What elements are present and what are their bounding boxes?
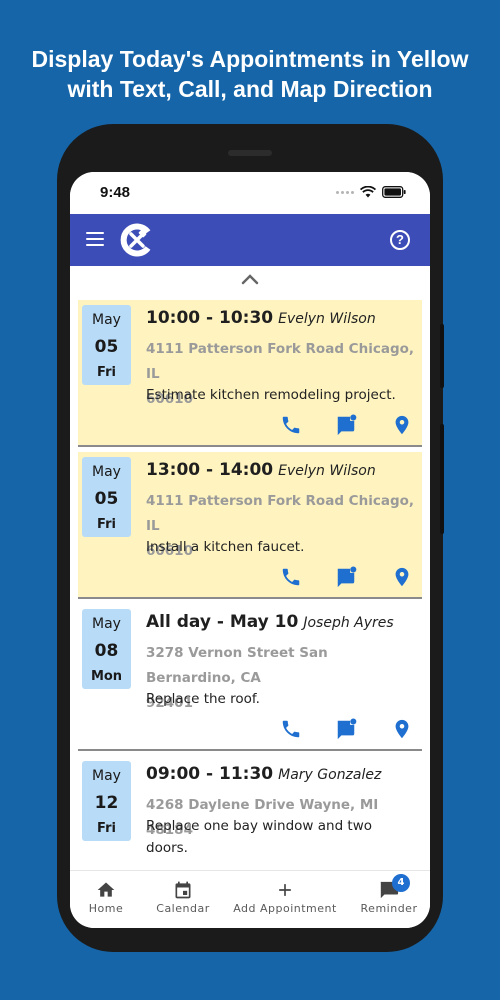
description-line: Replace one bay window and two	[146, 818, 373, 834]
nav-reminder[interactable]: 4 Reminder	[358, 871, 420, 928]
signal-dots-icon	[336, 190, 354, 194]
appointment-description: Replace the roof.	[146, 691, 260, 707]
status-time: 9:48	[100, 184, 131, 201]
date-weekday: Fri	[97, 365, 116, 380]
nav-add-appointment[interactable]: Add Appointment	[230, 871, 340, 928]
appointment-description: Install a kitchen faucet.	[146, 539, 305, 555]
battery-icon	[382, 186, 406, 198]
calendar-icon	[175, 881, 191, 899]
client-name: Evelyn Wilson	[278, 311, 376, 327]
date-box: May 08 Mon	[82, 609, 131, 689]
appointment-title: 09:00 - 11:30 Mary Gonzalez	[146, 764, 418, 784]
reminder-badge: 4	[392, 874, 410, 892]
phone-side-button	[440, 424, 444, 534]
appointment-title: 10:00 - 10:30 Evelyn Wilson	[146, 308, 418, 328]
appointment-time: 09:00 - 11:30	[146, 764, 274, 784]
help-icon[interactable]: ?	[390, 230, 410, 250]
appointment-title: 13:00 - 14:00 Evelyn Wilson	[146, 460, 418, 480]
status-bar: 9:48	[70, 172, 430, 214]
appointment-title: All day - May 10 Joseph Ayres	[146, 612, 418, 632]
message-icon[interactable]	[335, 566, 357, 588]
date-box: May 05 Fri	[82, 305, 131, 385]
date-month: May	[92, 312, 121, 328]
bottom-navigation: Home Calendar Add Appointment 4 Reminder	[70, 870, 430, 928]
chevron-up-icon[interactable]	[240, 272, 260, 286]
date-day: 08	[94, 641, 119, 661]
app-logo-icon	[120, 223, 151, 257]
date-month: May	[92, 768, 121, 784]
date-box: May 12 Fri	[82, 761, 131, 841]
date-box: May 05 Fri	[82, 457, 131, 537]
appointment-time: All day - May 10	[146, 612, 299, 632]
status-icons	[336, 186, 406, 198]
description-line: doors.	[146, 840, 188, 856]
promo-line-1: Display Today's Appointments in Yellow	[31, 46, 469, 72]
client-name: Joseph Ayres	[303, 615, 394, 631]
date-weekday: Fri	[97, 517, 116, 532]
hamburger-icon[interactable]	[86, 232, 104, 248]
plus-icon	[279, 884, 291, 896]
client-name: Evelyn Wilson	[278, 463, 376, 479]
card-divider	[78, 597, 422, 599]
phone-icon[interactable]	[280, 414, 302, 436]
client-name: Mary Gonzalez	[278, 767, 382, 783]
date-day: 12	[94, 793, 119, 813]
date-day: 05	[94, 337, 119, 357]
address-line: 4111 Patterson Fork Road Chicago, IL	[146, 341, 415, 382]
nav-label: Calendar	[156, 902, 210, 915]
appointment-description: Replace one bay window and two doors.	[146, 815, 414, 859]
map-pin-icon[interactable]	[391, 566, 413, 588]
date-weekday: Fri	[97, 821, 116, 836]
app-bar: ?	[70, 214, 430, 266]
nav-calendar[interactable]: Calendar	[150, 871, 216, 928]
appointment-time: 13:00 - 14:00	[146, 460, 274, 480]
date-day: 05	[94, 489, 119, 509]
reminder-icon-wrap: 4	[378, 874, 410, 900]
appointment-card[interactable]: May 05 Fri 13:00 - 14:00 Evelyn Wilson 41…	[78, 452, 422, 599]
appointment-card[interactable]: May 05 Fri 10:00 - 10:30 Evelyn Wilson 41…	[78, 300, 422, 447]
message-icon[interactable]	[335, 414, 357, 436]
nav-label: Home	[88, 902, 124, 915]
nav-label: Reminder	[360, 902, 418, 915]
promo-headline: Display Today's Appointments in Yellow w…	[0, 44, 500, 104]
wifi-icon	[360, 186, 376, 198]
appointment-actions	[78, 414, 422, 436]
appointment-time: 10:00 - 10:30	[146, 308, 274, 328]
appointment-description: Estimate kitchen remodeling project.	[146, 387, 396, 403]
date-weekday: Mon	[90, 669, 123, 684]
phone-icon[interactable]	[280, 566, 302, 588]
phone-frame: 9:48 ? May 05 Fri 10:00 - 10:30 Evelyn W…	[57, 124, 444, 952]
appointment-list[interactable]: May 05 Fri 10:00 - 10:30 Evelyn Wilson 41…	[70, 266, 430, 870]
address-line: 3278 Vernon Street San Bernardino, CA	[146, 645, 328, 686]
appointment-card[interactable]: May 08 Mon All day - May 10 Joseph Ayres …	[78, 604, 422, 751]
home-icon	[97, 882, 115, 897]
phone-side-button	[440, 324, 444, 388]
nav-home[interactable]: Home	[76, 871, 136, 928]
promo-line-2: with Text, Call, and Map Direction	[67, 76, 433, 102]
map-pin-icon[interactable]	[391, 718, 413, 740]
phone-screen: 9:48 ? May 05 Fri 10:00 - 10:30 Evelyn W…	[70, 172, 430, 928]
appointment-card[interactable]: May 12 Fri 09:00 - 11:30 Mary Gonzalez 42…	[78, 756, 422, 870]
appointment-actions	[78, 566, 422, 588]
date-month: May	[92, 464, 121, 480]
appointment-actions	[78, 718, 422, 740]
map-pin-icon[interactable]	[391, 414, 413, 436]
card-divider	[78, 445, 422, 447]
nav-label: Add Appointment	[233, 902, 337, 915]
card-divider	[78, 749, 422, 751]
date-month: May	[92, 616, 121, 632]
phone-speaker	[228, 150, 272, 156]
message-icon[interactable]	[335, 718, 357, 740]
address-line: 4111 Patterson Fork Road Chicago, IL	[146, 493, 415, 534]
phone-icon[interactable]	[280, 718, 302, 740]
